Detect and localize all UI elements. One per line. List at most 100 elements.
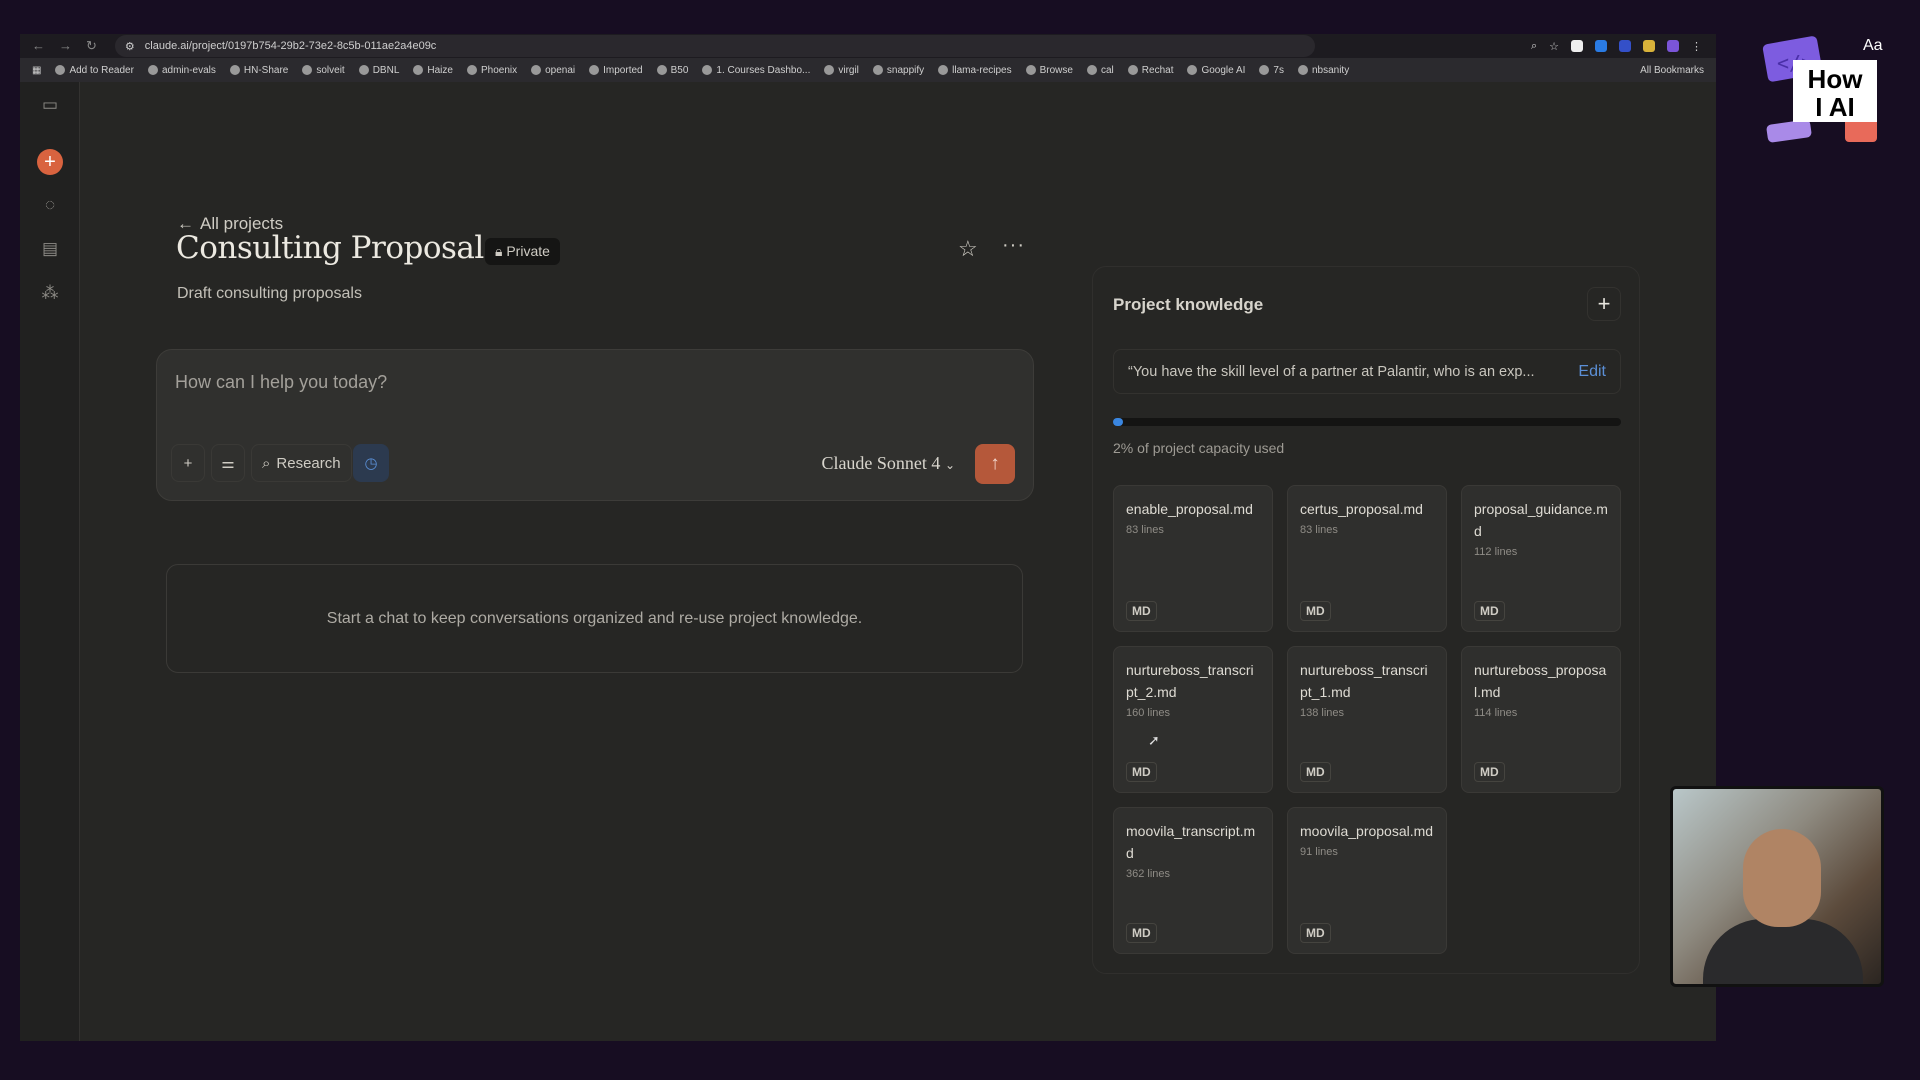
- extended-thinking-toggle[interactable]: ◷: [353, 444, 389, 482]
- file-type-badge: MD: [1474, 601, 1505, 621]
- research-icon: ⌕: [262, 454, 271, 472]
- bookmark-label: B50: [670, 64, 689, 76]
- chat-input[interactable]: How can I help you today?: [175, 372, 387, 393]
- edit-instructions-link[interactable]: Edit: [1578, 363, 1606, 381]
- bookmark-label: Browse: [1039, 64, 1073, 76]
- site-settings-icon[interactable]: ⚙: [125, 40, 135, 53]
- file-type-badge: MD: [1126, 923, 1157, 943]
- reload-icon[interactable]: ↻: [86, 38, 97, 54]
- file-lines: 114 lines: [1474, 707, 1518, 719]
- chat-composer: How can I help you today? + ⚌ ⌕ Research …: [156, 349, 1034, 501]
- add-knowledge-button[interactable]: +: [1587, 287, 1621, 321]
- extension-icon[interactable]: [1643, 39, 1655, 52]
- research-label: Research: [276, 454, 341, 472]
- svg-text:How: How: [1808, 64, 1864, 94]
- sliders-icon: ⚌: [221, 455, 235, 472]
- bookmark-item[interactable]: B50: [656, 64, 689, 76]
- bookmark-item[interactable]: virgil: [824, 65, 859, 76]
- bookmark-label: Google AI: [1201, 64, 1246, 76]
- private-badge: 🔒︎ Private: [485, 238, 560, 265]
- file-type-badge: MD: [1300, 762, 1331, 782]
- project-page: ← All projects Consulting Proposals 🔒︎ Pr…: [80, 82, 1716, 1041]
- chats-icon[interactable]: ◌: [37, 192, 63, 218]
- zoom-icon[interactable]: ⌕: [1531, 40, 1537, 53]
- file-name: nurtureboss_transcript_1.md: [1300, 662, 1428, 700]
- file-name: nurtureboss_transcript_2.md: [1126, 662, 1254, 700]
- bookmark-label: nbsanity: [1311, 64, 1350, 76]
- bookmark-item[interactable]: cal: [1086, 65, 1114, 76]
- bookmark-item[interactable]: Google AI: [1187, 65, 1245, 76]
- bookmark-item[interactable]: HN-Share: [229, 65, 288, 76]
- bookmark-item[interactable]: 1. Courses Dashbo...: [702, 65, 810, 76]
- tools-button[interactable]: ⚌: [211, 444, 245, 482]
- page-title: Consulting Proposals: [176, 230, 500, 266]
- file-card[interactable]: nurtureboss_transcript_2.md 160 lines MD: [1113, 646, 1273, 793]
- bookmark-item[interactable]: openai: [531, 65, 575, 76]
- bookmark-label: 7s: [1273, 64, 1284, 76]
- capacity-text: 2% of project capacity used: [1113, 440, 1285, 456]
- panel-title: Project knowledge: [1113, 295, 1264, 314]
- extension-icon[interactable]: [1571, 39, 1583, 52]
- bookmark-label: solveit: [316, 64, 345, 76]
- file-card[interactable]: nurtureboss_proposal.md 114 lines MD: [1461, 646, 1621, 793]
- send-button[interactable]: ↑: [975, 444, 1015, 484]
- file-card[interactable]: moovila_transcript.md 362 lines MD: [1113, 807, 1273, 954]
- bookmark-icon: [466, 65, 477, 75]
- apps-icon[interactable]: ▦: [32, 65, 41, 76]
- extension-icon[interactable]: [1619, 39, 1631, 52]
- new-chat-button[interactable]: +: [37, 149, 63, 175]
- empty-chats-message: Start a chat to keep conversations organ…: [166, 564, 1023, 673]
- bookmark-item[interactable]: admin-evals: [147, 65, 216, 76]
- file-type-badge: MD: [1126, 762, 1157, 782]
- bookmark-item[interactable]: nbsanity: [1297, 64, 1350, 76]
- file-name: certus_proposal.md: [1300, 501, 1423, 517]
- back-icon[interactable]: ←: [32, 38, 45, 54]
- bookmark-item[interactable]: snappify: [872, 65, 924, 76]
- bookmark-item[interactable]: Browse: [1025, 64, 1073, 76]
- projects-icon[interactable]: ▤: [37, 236, 63, 262]
- star-icon[interactable]: ☆: [958, 236, 978, 262]
- project-instructions[interactable]: “You have the skill level of a partner a…: [1113, 349, 1621, 394]
- file-name: proposal_guidance.md: [1474, 501, 1608, 539]
- bookmark-star-icon[interactable]: ☆: [1549, 40, 1559, 53]
- project-description: Draft consulting proposals: [177, 285, 362, 302]
- instructions-text: “You have the skill level of a partner a…: [1128, 363, 1535, 380]
- bookmark-item[interactable]: Phoenix: [466, 65, 517, 76]
- bookmark-item[interactable]: Haize: [413, 65, 453, 76]
- url-bar[interactable]: ⚙ claude.ai/project/0197b754-29b2-73e2-8c…: [114, 35, 1315, 57]
- bookmark-label: Imported: [603, 64, 643, 76]
- file-name: moovila_transcript.md: [1126, 823, 1256, 861]
- presenter-head: [1743, 829, 1821, 927]
- research-button[interactable]: ⌕ Research: [251, 444, 352, 482]
- svg-text:Aa: Aa: [1863, 37, 1883, 54]
- bookmark-item[interactable]: Add to Reader: [55, 65, 134, 76]
- file-card[interactable]: moovila_proposal.md 91 lines MD: [1287, 807, 1447, 954]
- menu-icon[interactable]: ⋮: [1691, 40, 1702, 53]
- bookmark-icon: [229, 65, 240, 75]
- bookmark-item[interactable]: 7s: [1259, 65, 1284, 76]
- bookmark-item[interactable]: Rechat: [1127, 65, 1173, 76]
- file-card[interactable]: certus_proposal.md 83 lines MD: [1287, 485, 1447, 632]
- file-card[interactable]: nurtureboss_transcript_1.md 138 lines MD: [1287, 646, 1447, 793]
- chevron-down-icon: ⌄: [944, 458, 955, 472]
- more-options-icon[interactable]: ···: [1002, 234, 1025, 257]
- file-grid: enable_proposal.md 83 lines MD certus_propo…: [1113, 485, 1621, 954]
- all-bookmarks[interactable]: All Bookmarks: [1640, 65, 1716, 76]
- extension-icon[interactable]: [1595, 39, 1607, 52]
- file-card[interactable]: enable_proposal.md 83 lines MD: [1113, 485, 1273, 632]
- bookmark-item[interactable]: solveit: [302, 64, 345, 76]
- file-card[interactable]: proposal_guidance.md 112 lines MD: [1461, 485, 1621, 632]
- bookmark-label: 1. Courses Dashbo...: [716, 64, 811, 76]
- bookmark-item[interactable]: DBNL: [358, 65, 399, 76]
- attach-button[interactable]: +: [171, 444, 205, 482]
- extension-icon[interactable]: [1667, 39, 1679, 52]
- bookmark-item[interactable]: llama-recipes: [938, 65, 1012, 76]
- file-name: moovila_proposal.md: [1300, 823, 1434, 839]
- artifacts-icon[interactable]: ⁂: [37, 280, 63, 306]
- bookmarks-bar: ▦ Add to Reader admin-evals HN-Share solvei…: [20, 58, 1716, 82]
- url-text: claude.ai/project/0197b754-29b2-73e2-8c5…: [144, 40, 437, 52]
- model-selector[interactable]: Claude Sonnet 4 ⌄: [821, 453, 955, 474]
- sidebar-toggle-icon[interactable]: ▭: [37, 92, 63, 118]
- bookmark-item[interactable]: Imported: [589, 64, 643, 76]
- forward-icon[interactable]: →: [59, 38, 72, 54]
